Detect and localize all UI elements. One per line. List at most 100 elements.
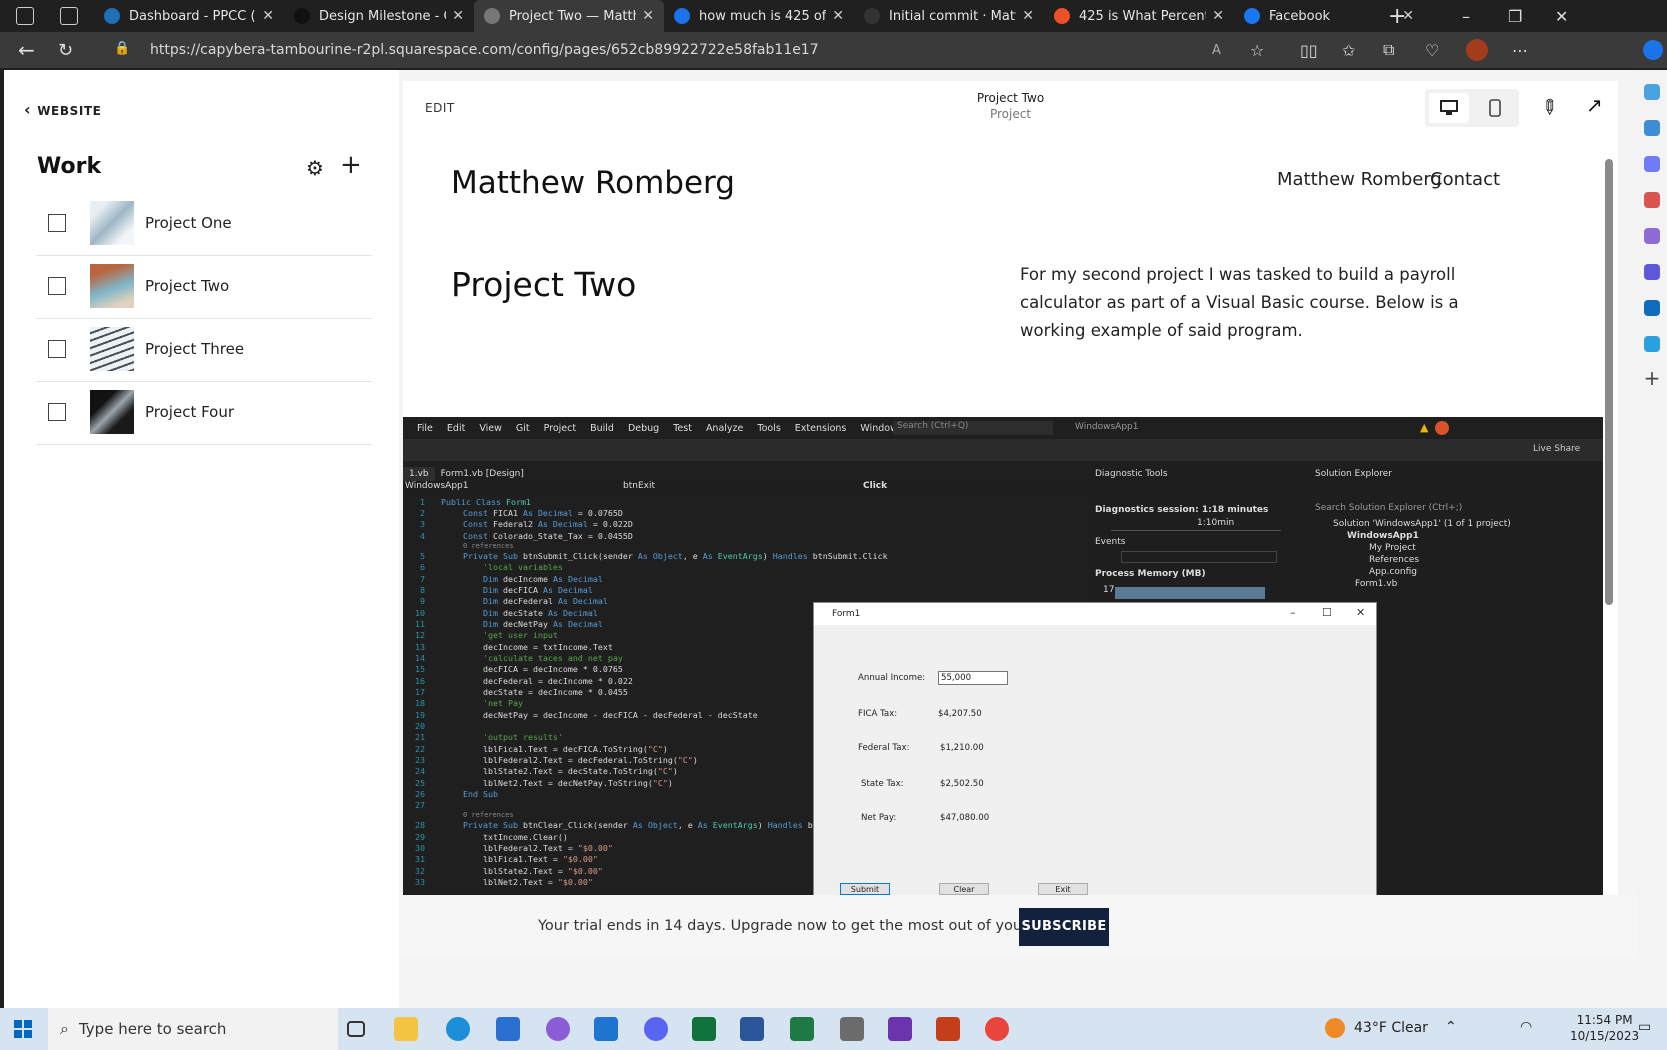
open-external-icon[interactable]: ↗ (1586, 93, 1603, 117)
search-icon[interactable] (1644, 120, 1660, 136)
back-to-website[interactable]: ‹ WEBSITE (24, 100, 101, 119)
tab-close-icon[interactable]: ✕ (452, 8, 464, 24)
add-page-icon[interactable]: + (340, 150, 362, 180)
browser-tab[interactable]: how much is 425 of 465 ✕ (664, 0, 854, 32)
split-screen-icon[interactable]: ▯▯ (1300, 34, 1318, 66)
project-list-item[interactable]: Project Three (36, 316, 372, 382)
project-checkbox[interactable] (48, 276, 66, 295)
browser-tab[interactable]: Dashboard - PPCC (22) ✕ (94, 0, 284, 32)
desktop-icon (1440, 100, 1458, 115)
publisher-icon[interactable] (692, 1017, 716, 1041)
collection-title: Work (37, 154, 102, 179)
task-view-icon[interactable] (347, 1021, 365, 1037)
workspaces-icon[interactable] (16, 7, 34, 25)
send-icon[interactable] (1644, 336, 1660, 352)
address-bar: ← ↻ 🔒 https://capybera-tambourine-r2pl.s… (0, 32, 1667, 68)
url-field[interactable]: 🔒 https://capybera-tambourine-r2pl.squar… (100, 34, 1340, 66)
browser-tab[interactable]: Design Milestone - CIS2(✕ (284, 0, 474, 32)
edge-icon[interactable] (446, 1017, 470, 1041)
vs-tab-code: 1.vb (403, 467, 435, 481)
discord-icon[interactable] (644, 1017, 668, 1041)
browser-tab[interactable]: Initial commit · Mattbrg ✕ (854, 0, 1044, 32)
outlook-icon[interactable] (1644, 300, 1660, 316)
project-list-item[interactable]: Project One (36, 190, 372, 256)
taskbar-clock[interactable]: 11:54 PM 10/15/2023 (1570, 1012, 1639, 1044)
chrome-icon[interactable] (985, 1017, 1009, 1041)
vs-menu-item: Debug (627, 422, 660, 434)
tab-close-icon[interactable]: ✕ (642, 8, 654, 24)
network-icon[interactable]: ◠ (1520, 1019, 1532, 1035)
device-toggle (1425, 89, 1519, 127)
refresh-icon[interactable]: ↻ (58, 34, 73, 66)
games-icon[interactable] (1644, 228, 1660, 244)
performance-icon[interactable]: ♡ (1425, 34, 1439, 66)
nav-link-home[interactable]: Matthew Romberg (1277, 169, 1442, 190)
vs-solution-name: WindowsApp1 (1075, 422, 1139, 432)
vs-menu-item: File (417, 422, 433, 434)
project-list-item[interactable]: Project Two (36, 253, 372, 319)
store-icon[interactable] (496, 1017, 520, 1041)
notifications-icon[interactable]: ▭ (1638, 1019, 1651, 1035)
exit-button: Exit (1038, 883, 1088, 895)
vs-menu-item: Tools (757, 422, 781, 434)
subscribe-button[interactable]: SUBSCRIBE (1019, 908, 1109, 946)
favorites-icon[interactable]: ✩ (1342, 34, 1355, 66)
tools-icon[interactable] (1644, 192, 1660, 208)
calculator-icon[interactable] (840, 1017, 864, 1041)
excel-icon[interactable] (790, 1017, 814, 1041)
taskbar-search[interactable]: ⌕ Type here to search (48, 1008, 338, 1050)
gear-icon[interactable]: ⚙ (306, 156, 324, 180)
restore-button[interactable]: ❐ (1508, 0, 1522, 32)
browser-tab[interactable]: 425 is What Percent of 4 ✕ (1044, 0, 1234, 32)
tab-favicon-icon (864, 8, 880, 24)
mail-icon[interactable] (594, 1017, 618, 1041)
tab-close-icon[interactable]: ✕ (1022, 8, 1034, 24)
word-icon[interactable] (740, 1017, 764, 1041)
visual-studio-icon[interactable] (888, 1017, 912, 1041)
scrollbar-thumb[interactable] (1605, 159, 1613, 605)
copilot-app-icon[interactable] (546, 1017, 570, 1041)
project-title: Project Two (451, 265, 637, 304)
tab-favicon-icon (104, 8, 120, 24)
mobile-view-button[interactable] (1475, 93, 1515, 123)
minimize-button[interactable]: – (1462, 0, 1470, 32)
vs-search: Search (Ctrl+Q) (893, 421, 1053, 435)
notification-icon[interactable] (1644, 84, 1660, 100)
project-list-item[interactable]: Project Four (36, 379, 372, 445)
project-checkbox[interactable] (48, 402, 66, 421)
favorite-star-icon[interactable]: ☆ (1250, 34, 1264, 66)
powerpoint-icon[interactable] (936, 1017, 960, 1041)
vs-nav-bar: WindowsApp1 btnExit Click (403, 481, 1083, 494)
tab-close-icon[interactable]: ✕ (832, 8, 844, 24)
new-tab-button[interactable]: + (1388, 0, 1406, 32)
browser-tab[interactable]: Project Two — Matthew ✕ (474, 0, 664, 32)
preview-scrollbar[interactable] (1605, 143, 1613, 943)
project-checkbox[interactable] (48, 339, 66, 358)
nav-link-contact[interactable]: Contact (1430, 169, 1500, 190)
profile-avatar[interactable] (1466, 39, 1488, 61)
more-menu-icon[interactable]: ⋯ (1512, 34, 1528, 66)
copilot-icon[interactable] (1644, 264, 1660, 280)
weather-text[interactable]: 43°F Clear (1354, 1020, 1428, 1036)
tab-close-icon[interactable]: ✕ (1212, 8, 1224, 24)
chevron-up-icon[interactable]: ⌃ (1445, 1019, 1457, 1035)
tab-close-icon[interactable]: ✕ (262, 8, 274, 24)
visual-studio-screenshot: File Edit View Git Project Build Debug Test Anal… (403, 417, 1603, 947)
site-name[interactable]: Matthew Romberg (451, 165, 735, 201)
shopping-icon[interactable] (1644, 156, 1660, 172)
close-window-button[interactable]: ✕ (1555, 0, 1568, 32)
collections-icon[interactable]: ⧉ (1383, 34, 1394, 66)
back-icon[interactable]: ← (18, 34, 35, 66)
read-aloud-icon[interactable]: A (1212, 34, 1221, 66)
desktop-view-button[interactable] (1429, 93, 1469, 123)
chevron-left-icon: ‹ (24, 100, 32, 119)
windows-start-icon[interactable] (14, 1020, 32, 1038)
bing-icon[interactable] (1643, 40, 1663, 60)
add-icon[interactable]: + (1637, 366, 1667, 390)
file-explorer-icon[interactable] (394, 1017, 418, 1041)
project-label: Project Four (145, 402, 235, 421)
warning-icon: ▲ (1420, 421, 1429, 434)
tab-actions-icon[interactable] (60, 7, 78, 25)
project-checkbox[interactable] (48, 213, 66, 232)
vs-menu-item: Analyze (705, 422, 744, 434)
